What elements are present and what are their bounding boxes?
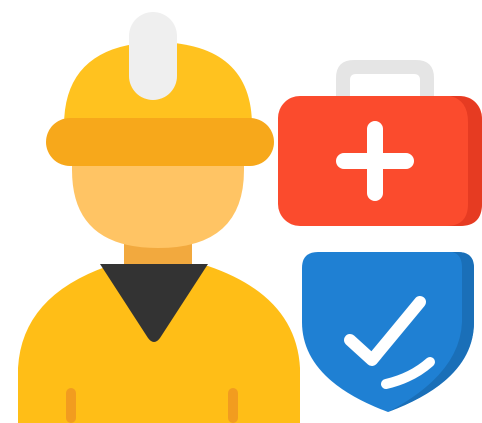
worker-helmet-stripe — [129, 12, 177, 100]
worker-shirt-seam-right — [228, 388, 238, 423]
safety-illustration — [0, 0, 482, 423]
construction-worker-icon — [18, 12, 300, 423]
worker-shirt-seam-left — [66, 388, 76, 423]
kit-cross-horizontal — [336, 153, 414, 169]
safety-shield-check-icon — [302, 252, 474, 412]
worker-helmet-brim — [46, 118, 274, 166]
first-aid-kit-icon — [278, 60, 482, 226]
illustration-svg — [18, 12, 482, 423]
worker-face — [72, 160, 244, 248]
